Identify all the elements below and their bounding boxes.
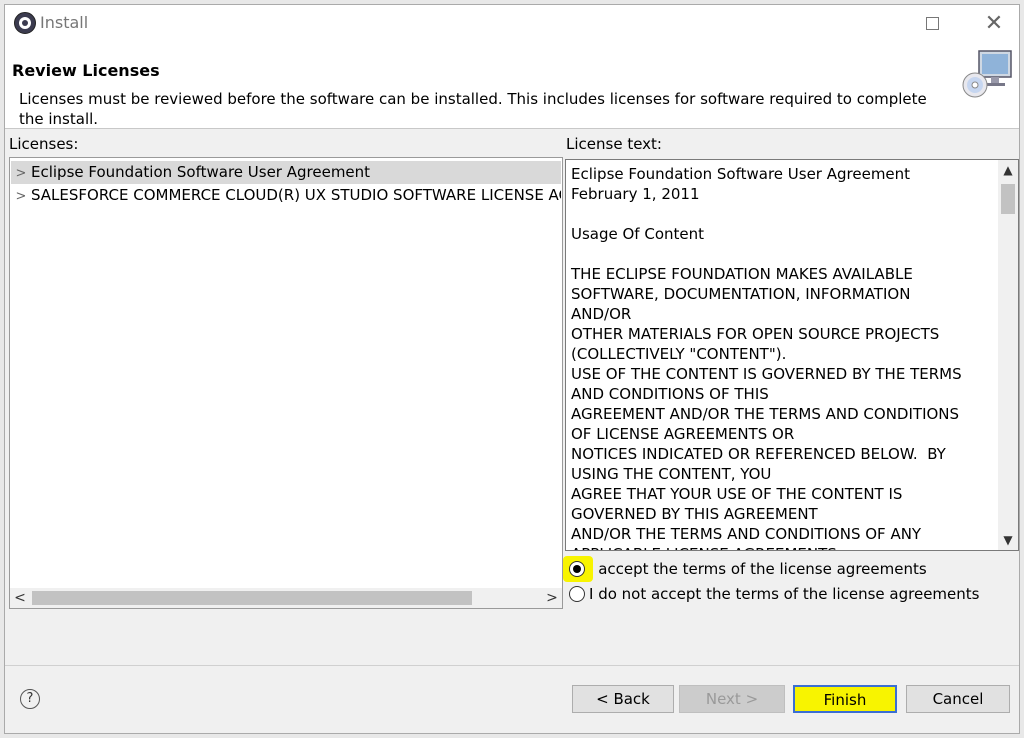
eclipse-icon [14, 12, 36, 34]
install-cd-computer-icon [962, 50, 1012, 98]
decline-license-radio[interactable]: I do not accept the terms of the license… [569, 584, 979, 604]
decline-license-label: I do not accept the terms of the license… [589, 585, 980, 603]
back-button[interactable]: < Back [572, 685, 674, 713]
licenses-tree[interactable]: > Eclipse Foundation Software User Agreem… [9, 157, 563, 609]
scroll-right-icon[interactable]: > [542, 588, 562, 608]
tree-item-salesforce-license[interactable]: > SALESFORCE COMMERCE CLOUD(R) UX STUDIO … [11, 184, 561, 207]
accept-license-radio[interactable]: I accept the terms of the license agreem… [563, 556, 927, 582]
license-text-area[interactable]: Eclipse Foundation Software User Agreeme… [565, 159, 1019, 551]
scrollbar-thumb[interactable] [32, 591, 472, 605]
scroll-up-icon[interactable]: ▲ [998, 160, 1018, 180]
horizontal-scrollbar[interactable]: < > [10, 588, 562, 608]
window-title: Install [40, 13, 89, 32]
page-title: Review Licenses [12, 61, 160, 80]
license-text-content: Eclipse Foundation Software User Agreeme… [571, 165, 962, 550]
title-bar: Install ✕ [5, 5, 1019, 41]
tree-item-label: Eclipse Foundation Software User Agreeme… [31, 163, 371, 181]
chevron-right-icon[interactable]: > [11, 163, 31, 184]
tree-item-eclipse-license[interactable]: > Eclipse Foundation Software User Agreem… [11, 161, 561, 184]
maximize-icon[interactable] [921, 13, 943, 35]
vertical-scrollbar[interactable]: ▲ ▼ [998, 160, 1018, 550]
licenses-label: Licenses: [9, 135, 79, 153]
scroll-left-icon[interactable]: < [10, 588, 30, 608]
next-button[interactable]: Next > [679, 685, 785, 713]
accept-license-label: I accept the terms of the license agreem… [589, 560, 927, 578]
license-text-label: License text: [566, 135, 662, 153]
tree-item-label: SALESFORCE COMMERCE CLOUD(R) UX STUDIO S… [31, 186, 561, 204]
help-icon[interactable]: ? [20, 689, 40, 709]
scroll-down-icon[interactable]: ▼ [998, 530, 1018, 550]
close-icon[interactable]: ✕ [983, 13, 1005, 35]
install-dialog: Install ✕ Review Licenses Licenses must … [4, 4, 1020, 734]
footer-divider [5, 665, 1019, 666]
chevron-right-icon[interactable]: > [11, 186, 31, 207]
page-description: Licenses must be reviewed before the sof… [19, 90, 927, 128]
finish-button[interactable]: Finish [793, 685, 897, 713]
radio-unselected-icon[interactable] [569, 586, 585, 602]
wizard-header: Review Licenses Licenses must be reviewe… [5, 41, 1019, 129]
cancel-button[interactable]: Cancel [906, 685, 1010, 713]
scrollbar-thumb[interactable] [1001, 184, 1015, 214]
radio-selected-icon[interactable] [569, 561, 585, 577]
